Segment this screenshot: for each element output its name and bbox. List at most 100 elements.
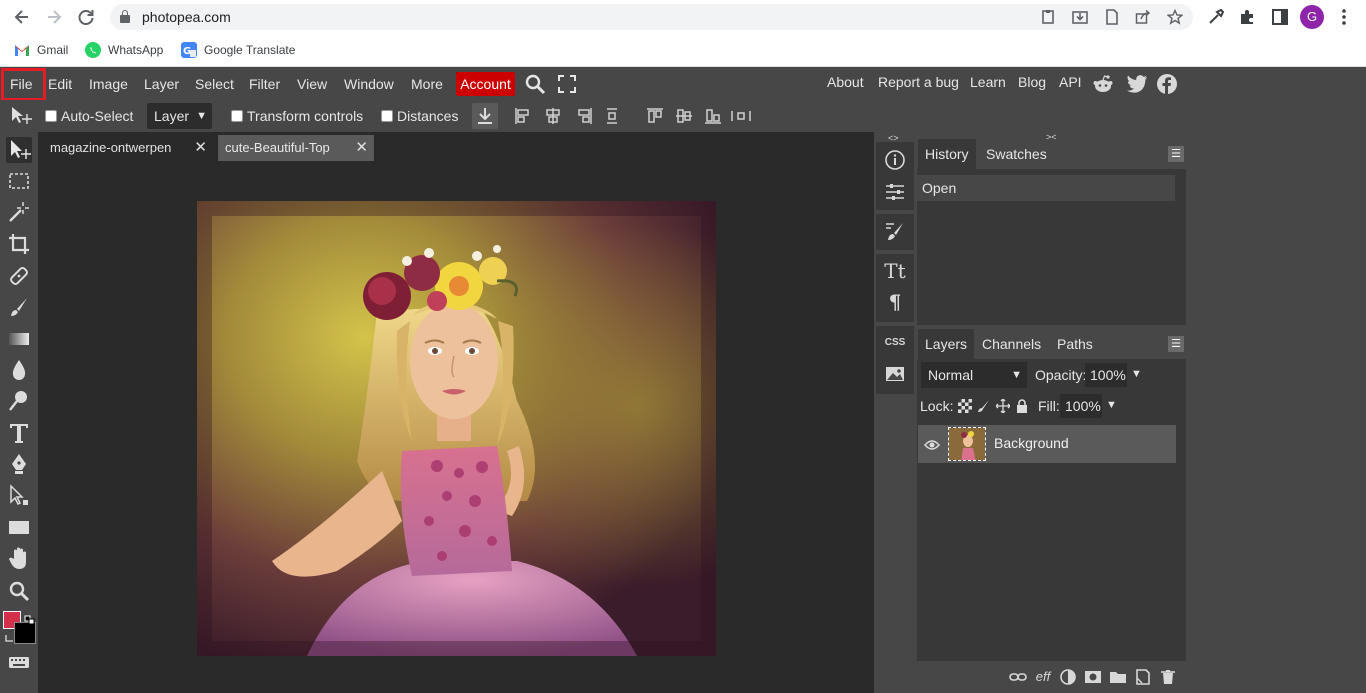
share-icon[interactable] — [1135, 9, 1151, 25]
menu-report-bug[interactable]: Report a bug — [878, 74, 959, 90]
zoom-tool-icon[interactable] — [6, 578, 32, 604]
canvas-workspace[interactable]: magazine-ontwerpen ✕ cute-Beautiful-Top … — [38, 132, 874, 693]
image-icon[interactable] — [884, 363, 906, 385]
align-center-horizontal-icon[interactable] — [543, 106, 563, 126]
panel-menu-icon[interactable]: ☰ — [1168, 146, 1184, 162]
delete-layer-icon[interactable] — [1159, 668, 1177, 686]
forward-arrow-icon[interactable] — [43, 6, 65, 28]
bookmark-star-icon[interactable] — [1166, 8, 1184, 25]
new-layer-icon[interactable] — [1134, 668, 1152, 686]
keyboard-icon[interactable] — [6, 649, 32, 675]
blend-mode-dropdown[interactable]: Normal ▼ — [921, 362, 1027, 388]
layer-name[interactable]: Background — [994, 435, 1069, 451]
install-app-icon[interactable] — [1072, 9, 1088, 25]
dodge-tool-icon[interactable] — [6, 388, 32, 414]
path-select-tool-icon[interactable] — [6, 483, 32, 509]
reload-icon[interactable] — [75, 6, 97, 28]
address-bar[interactable]: photopea.com — [110, 4, 1193, 30]
menu-view[interactable]: View — [297, 74, 327, 94]
extensions-puzzle-icon[interactable] — [1238, 7, 1258, 27]
opacity-dropdown-icon[interactable]: ▼ — [1131, 368, 1142, 380]
distribute-vertical-icon[interactable] — [730, 106, 752, 126]
align-right-icon[interactable] — [574, 106, 594, 126]
auto-select-checkbox[interactable] — [45, 110, 57, 122]
distances-checkbox[interactable] — [381, 110, 393, 122]
align-middle-vertical-icon[interactable] — [674, 106, 694, 126]
swap-colors-icon[interactable] — [24, 612, 36, 625]
align-bottom-icon[interactable] — [703, 106, 723, 126]
move-tool-options-icon[interactable] — [10, 106, 34, 126]
move-tool-icon[interactable] — [6, 137, 32, 163]
rectangle-tool-icon[interactable] — [6, 514, 32, 540]
expand-panel-icon[interactable]: >< — [1046, 132, 1057, 142]
menu-window[interactable]: Window — [344, 74, 394, 94]
info-icon[interactable] — [884, 149, 906, 171]
healing-brush-tool-icon[interactable] — [6, 263, 32, 289]
panel-menu-icon[interactable]: ☰ — [1168, 336, 1184, 352]
layer-row[interactable]: Background — [918, 425, 1176, 463]
type-tool-icon[interactable] — [6, 420, 32, 446]
menu-select[interactable]: Select — [195, 74, 234, 94]
adjustments-icon[interactable] — [884, 181, 906, 203]
crop-tool-icon[interactable] — [6, 231, 32, 257]
facebook-icon[interactable] — [1156, 73, 1178, 95]
css-icon[interactable]: CSS — [884, 332, 906, 354]
gradient-tool-icon[interactable] — [6, 326, 32, 352]
history-item[interactable]: Open — [917, 175, 1175, 201]
menu-more[interactable]: More — [411, 74, 443, 94]
close-icon[interactable]: ✕ — [194, 135, 207, 161]
opacity-input[interactable]: 100% — [1085, 363, 1127, 387]
tab-paths[interactable]: Paths — [1050, 329, 1100, 359]
layer-effects-icon[interactable]: eff — [1034, 668, 1052, 686]
tab-swatches[interactable]: Swatches — [979, 139, 1054, 169]
menu-about[interactable]: About — [827, 74, 864, 90]
document-tab[interactable]: cute-Beautiful-Top ✕ — [218, 135, 374, 161]
document-tab-active[interactable]: magazine-ontwerpen ✕ — [43, 135, 213, 161]
twitter-icon[interactable] — [1126, 74, 1148, 94]
distribute-horizontal-icon[interactable] — [603, 106, 623, 126]
bookmark-google-translate[interactable]: G Google Translate — [181, 41, 295, 59]
profile-avatar[interactable]: G — [1300, 5, 1324, 29]
close-icon[interactable]: ✕ — [355, 135, 368, 161]
link-layers-icon[interactable] — [1009, 668, 1027, 686]
transform-controls-checkbox[interactable] — [231, 110, 243, 122]
auto-select-target-dropdown[interactable]: Layer ▼ — [147, 103, 212, 129]
menu-filter[interactable]: Filter — [249, 74, 280, 94]
reset-colors-icon[interactable] — [4, 631, 14, 642]
canvas-image[interactable] — [197, 201, 716, 656]
menu-image[interactable]: Image — [89, 74, 128, 94]
bookmark-gmail[interactable]: Gmail — [14, 41, 68, 59]
side-panel-icon[interactable] — [1270, 7, 1290, 27]
lock-transparency-icon[interactable] — [958, 399, 972, 413]
adjustment-layer-icon[interactable] — [1059, 668, 1077, 686]
layer-mask-icon[interactable] — [1084, 668, 1102, 686]
character-icon[interactable]: Tt — [884, 260, 906, 282]
pen-tool-icon[interactable] — [6, 451, 32, 477]
back-arrow-icon[interactable] — [11, 6, 33, 28]
hand-tool-icon[interactable] — [6, 546, 32, 572]
lock-pixels-icon[interactable] — [977, 399, 991, 413]
bookmark-whatsapp[interactable]: WhatsApp — [85, 41, 163, 59]
eyedropper-extension-icon[interactable] — [1206, 7, 1226, 27]
brush-settings-icon[interactable] — [884, 221, 906, 243]
menu-api[interactable]: API — [1059, 74, 1082, 90]
chrome-menu-icon[interactable] — [1334, 7, 1354, 27]
fullscreen-icon[interactable] — [557, 74, 577, 94]
reddit-icon[interactable] — [1092, 73, 1114, 95]
menu-layer[interactable]: Layer — [144, 74, 179, 94]
brush-tool-icon[interactable] — [6, 294, 32, 320]
fill-input[interactable]: 100% — [1060, 394, 1102, 418]
lock-position-icon[interactable] — [995, 398, 1011, 414]
background-color-swatch[interactable] — [14, 622, 36, 644]
screenshot-icon[interactable] — [1040, 9, 1056, 25]
new-group-icon[interactable] — [1109, 668, 1127, 686]
eye-icon[interactable] — [924, 438, 940, 450]
menu-blog[interactable]: Blog — [1018, 74, 1046, 90]
magic-wand-tool-icon[interactable] — [6, 199, 32, 225]
paragraph-icon[interactable]: ¶ — [884, 291, 906, 313]
align-top-icon[interactable] — [645, 106, 665, 126]
account-button[interactable]: Account — [456, 72, 515, 96]
tab-channels[interactable]: Channels — [975, 329, 1048, 359]
tab-layers[interactable]: Layers — [918, 329, 975, 359]
document-icon[interactable] — [1104, 9, 1120, 25]
